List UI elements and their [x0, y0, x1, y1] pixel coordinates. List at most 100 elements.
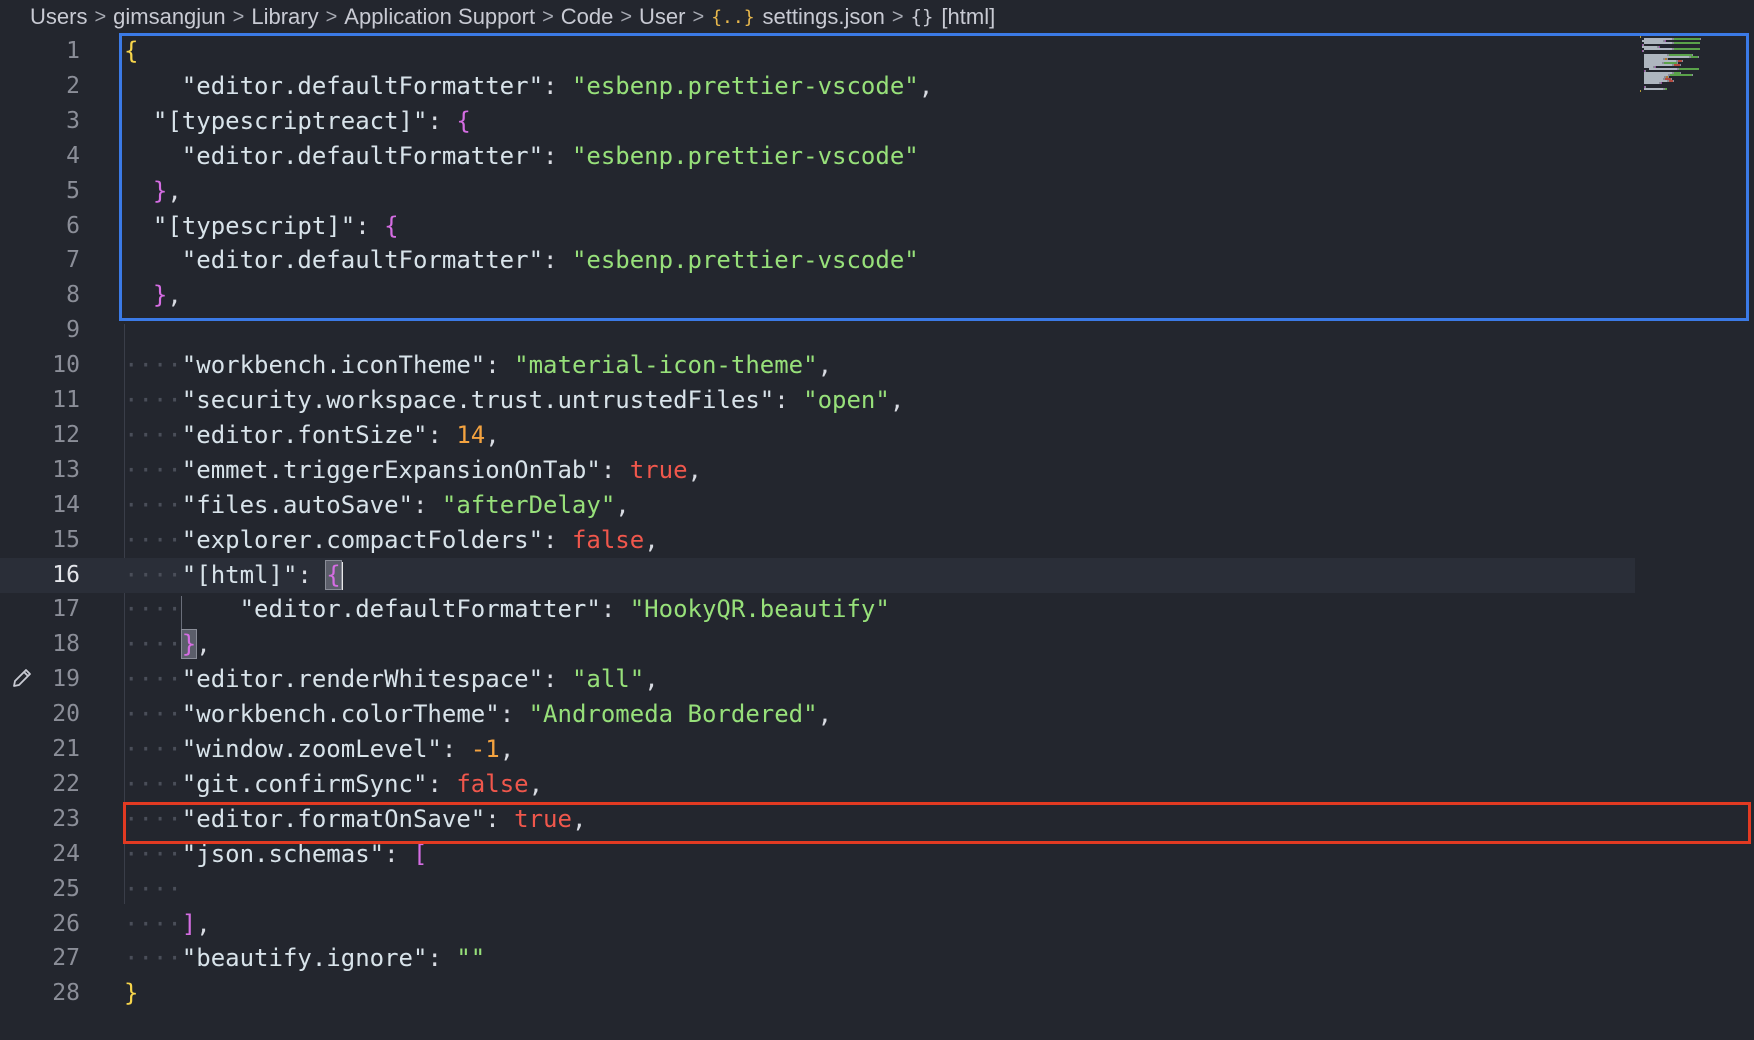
code-token: "all"	[571, 665, 645, 694]
code-token: "material-icon-theme"	[514, 351, 818, 380]
line-code: ····	[124, 872, 182, 907]
code-line[interactable]: 10 ····"workbench.iconTheme": "material-i…	[0, 348, 1640, 383]
code-line[interactable]: 20 ····"workbench.colorTheme": "Andromeda…	[0, 697, 1640, 732]
code-line[interactable]: 28}	[0, 976, 1640, 1011]
line-number: 3	[66, 107, 80, 134]
line-number: 11	[52, 387, 80, 413]
line-number: 20	[52, 701, 80, 728]
code-token: :	[600, 595, 630, 624]
line-code: ····"editor.fontSize": 14,	[124, 418, 500, 453]
line-number: 25	[52, 875, 80, 902]
code-token: "editor.renderWhitespace"	[181, 665, 544, 694]
code-token: :	[485, 351, 515, 380]
code-line[interactable]: 21 ····"window.zoomLevel": -1,	[0, 732, 1640, 767]
code-line[interactable]: 15 ····"explorer.compactFolders": false,	[0, 523, 1640, 558]
line-number: 2	[66, 72, 80, 99]
code-line[interactable]: 13 ····"emmet.triggerExpansionOnTab": tru…	[0, 453, 1640, 488]
matched-bracket: {	[325, 559, 342, 590]
code-line[interactable]: 14 ····"files.autoSave": "afterDelay",	[0, 488, 1640, 523]
line-number: 23	[52, 805, 80, 832]
code-token: ,	[644, 525, 659, 554]
whitespace-marker: ····	[124, 735, 182, 763]
whitespace-marker: ····	[124, 909, 182, 938]
code-token: "HookyQR.beautify"	[629, 595, 890, 624]
code-token: "afterDelay"	[441, 490, 616, 519]
line-number: 22	[52, 770, 80, 797]
code-line[interactable]: 25 ····	[0, 872, 1640, 907]
code-line[interactable]: 26 ····],	[0, 907, 1640, 942]
code-line[interactable]: 18 ····},	[0, 627, 1640, 662]
code-token: :	[427, 420, 457, 449]
whitespace-marker: ····	[124, 386, 182, 414]
line-number: 21	[52, 736, 80, 762]
code-token: "editor.fontSize"	[181, 420, 428, 449]
code-token: false	[571, 525, 645, 554]
code-token: "open"	[803, 386, 890, 414]
line-code: ····"explorer.compactFolders": false,	[124, 523, 659, 558]
code-token: -1	[470, 735, 500, 763]
code-token: :	[543, 665, 572, 694]
code-token: ""	[456, 944, 486, 973]
code-line[interactable]: 12 ····"editor.fontSize": 14,	[0, 418, 1640, 453]
code-token: ,	[499, 735, 515, 763]
code-token: "window.zoomLevel"	[181, 735, 442, 763]
line-code: ····"editor.renderWhitespace": "all",	[124, 662, 659, 697]
text-cursor	[340, 561, 343, 590]
code-token: :	[427, 944, 457, 973]
line-number: 8	[66, 282, 80, 309]
whitespace-marker: ····	[124, 769, 182, 798]
code-token: ,	[889, 386, 905, 414]
line-code: ····"security.workspace.trust.untrustedF…	[124, 383, 904, 418]
code-line[interactable]: 11 ····"security.workspace.trust.untruste…	[0, 383, 1640, 418]
code-token: ,	[528, 769, 544, 798]
code-line[interactable]: 19 ····"editor.renderWhitespace": "all",	[0, 662, 1640, 697]
line-number: 27	[52, 945, 80, 972]
code-token: "explorer.compactFolders"	[181, 525, 544, 554]
whitespace-marker: ····	[124, 665, 182, 694]
code-line[interactable]: 17 ···· "editor.defaultFormatter": "Hooky…	[0, 592, 1640, 627]
whitespace-marker: ····	[124, 351, 182, 380]
code-token: :	[499, 700, 529, 729]
line-number: 7	[66, 247, 80, 274]
code-token: ,	[817, 351, 833, 380]
line-code: ····"beautify.ignore": ""	[124, 941, 485, 976]
line-number: 28	[52, 980, 80, 1007]
blue-highlight-box	[119, 33, 1749, 321]
code-token: :	[774, 386, 804, 414]
code-token: true	[629, 455, 688, 484]
whitespace-marker: ····	[124, 595, 240, 624]
code-token: :	[412, 490, 442, 519]
line-code: ···· "editor.defaultFormatter": "HookyQR…	[124, 592, 890, 627]
code-token: }	[124, 979, 139, 1008]
line-number: 10	[52, 352, 80, 379]
code-token: "files.autoSave"	[181, 490, 413, 519]
code-token: "workbench.colorTheme"	[181, 700, 500, 729]
line-number: 26	[52, 910, 80, 937]
code-token: :	[427, 769, 457, 798]
line-code: ····],	[124, 907, 211, 942]
code-line[interactable]: 16 ····"[html]": {	[0, 557, 1635, 593]
code-token: ,	[687, 455, 702, 484]
pencil-icon[interactable]	[10, 666, 34, 690]
code-token: :	[441, 735, 471, 763]
code-token: ,	[615, 490, 630, 519]
line-code: ····},	[124, 627, 211, 662]
line-number: 12	[52, 421, 80, 448]
code-token: "git.confirmSync"	[181, 769, 428, 798]
code-token: 14	[456, 420, 486, 449]
code-token: ,	[644, 665, 659, 694]
code-line[interactable]: 22 ····"git.confirmSync": false,	[0, 767, 1640, 802]
code-line[interactable]: 27 ····"beautify.ignore": ""	[0, 941, 1640, 976]
whitespace-marker: ····	[124, 560, 182, 589]
code-token: ,	[485, 420, 500, 449]
line-code: ····"[html]": {	[124, 558, 343, 593]
line-number: 5	[66, 177, 80, 204]
whitespace-marker: ····	[124, 525, 182, 554]
code-token: "[html]"	[181, 560, 298, 589]
code-token: "security.workspace.trust.untrustedFiles…	[181, 386, 775, 414]
line-number: 6	[66, 212, 80, 239]
line-number: 14	[52, 491, 80, 518]
code-token: ]	[181, 909, 197, 938]
code-token: :	[297, 560, 327, 589]
line-code: ····"workbench.colorTheme": "Andromeda B…	[124, 697, 832, 732]
